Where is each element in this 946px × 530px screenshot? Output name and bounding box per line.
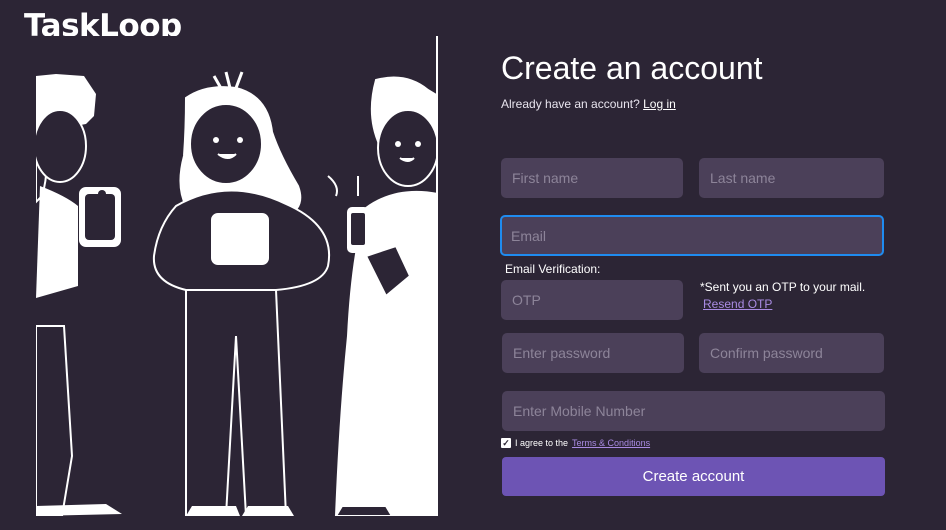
login-prompt: Already have an account? Log in (501, 97, 676, 111)
otp-input[interactable] (501, 280, 683, 320)
resend-otp-link[interactable]: Resend OTP (703, 297, 772, 311)
otp-sent-note: *Sent you an OTP to your mail. (700, 280, 866, 294)
people-with-devices-illustration (36, 36, 438, 516)
password-input[interactable] (502, 333, 684, 373)
email-input[interactable] (500, 215, 884, 256)
login-link[interactable]: Log in (643, 97, 676, 111)
confirm-password-input[interactable] (699, 333, 884, 373)
email-verification-label: Email Verification: (505, 262, 601, 276)
terms-agreement: ✓ I agree to the Terms & Conditions (501, 438, 650, 448)
agree-text: I agree to the (515, 438, 569, 448)
terms-link[interactable]: Terms & Conditions (572, 438, 650, 448)
check-icon: ✓ (502, 438, 510, 448)
login-prompt-text: Already have an account? (501, 97, 640, 111)
agree-checkbox[interactable]: ✓ (501, 438, 511, 448)
page-title: Create an account (501, 50, 763, 86)
create-account-button[interactable]: Create account (502, 457, 885, 496)
mobile-number-input[interactable] (502, 391, 885, 431)
last-name-input[interactable] (699, 158, 884, 198)
hero-illustration (36, 36, 438, 516)
first-name-input[interactable] (501, 158, 683, 198)
